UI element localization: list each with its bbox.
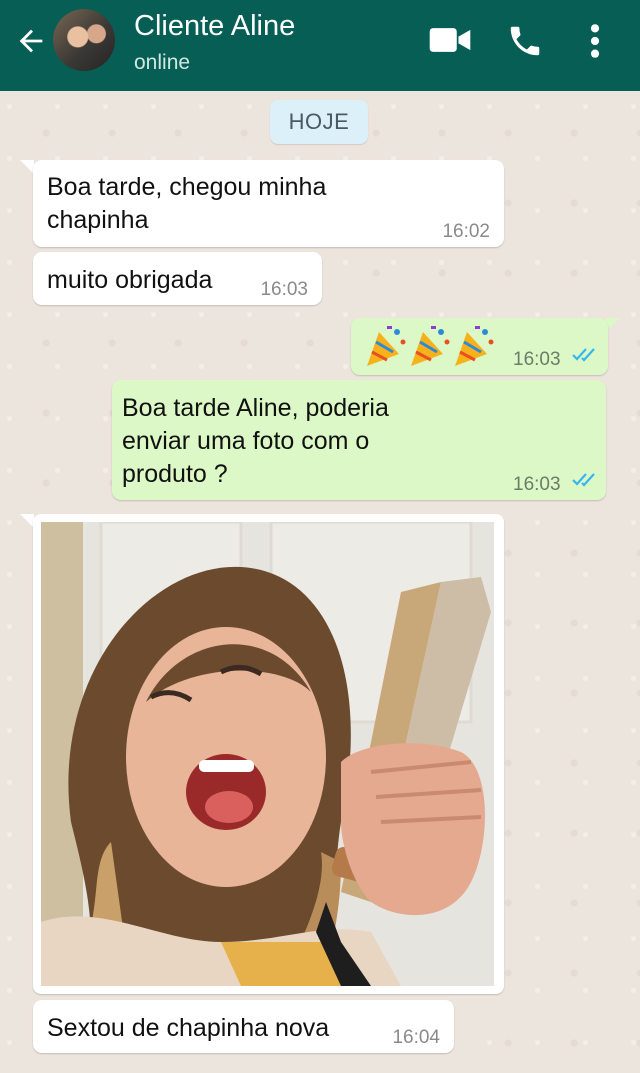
date-separator: HOJE [270, 100, 368, 144]
chat-photo[interactable] [41, 522, 494, 986]
message-time: 16:04 [392, 1027, 440, 1048]
message-time: 16:03 [513, 349, 561, 370]
contact-name[interactable]: Cliente Aline [134, 10, 295, 43]
contact-status: online [134, 51, 191, 74]
message-text-line: muito obrigada [47, 266, 213, 294]
back-arrow-icon[interactable] [14, 24, 48, 58]
more-vert-icon[interactable] [583, 22, 607, 60]
incoming-message[interactable]: Boa tarde, chegou minha chapinha 16:02 [33, 160, 504, 247]
read-receipt-icon [572, 473, 595, 487]
bubble-tail [20, 514, 34, 528]
message-text-line: enviar uma foto com o [122, 427, 370, 455]
message-text-line: produto ? [122, 460, 228, 488]
message-time: 16:02 [442, 221, 490, 242]
bubble-tail [20, 160, 34, 174]
message-text-line: Boa tarde Aline, poderia [122, 394, 389, 422]
message-time: 16:03 [513, 474, 561, 495]
phone-icon[interactable] [506, 22, 544, 60]
message-text-line: Boa tarde, chegou minha [47, 173, 327, 201]
chat-header: Cliente Aline online [0, 0, 640, 91]
outgoing-message[interactable]: 16:03 [351, 318, 608, 375]
read-receipt-icon [572, 348, 595, 362]
message-text-line: chapinha [47, 206, 149, 234]
contact-avatar[interactable] [53, 9, 115, 71]
incoming-image-message[interactable] [33, 514, 504, 994]
message-time: 16:03 [260, 279, 308, 300]
video-call-icon[interactable] [428, 22, 472, 58]
incoming-message[interactable]: muito obrigada 16:03 [33, 252, 322, 305]
incoming-message[interactable]: Sextou de chapinha nova 16:04 [33, 1000, 454, 1053]
outgoing-message[interactable]: Boa tarde Aline, poderia enviar uma foto… [112, 380, 606, 500]
party-popper-emoji [367, 326, 494, 366]
photo-content [41, 522, 494, 986]
message-text-line: Sextou de chapinha nova [47, 1014, 330, 1042]
bubble-tail [606, 318, 620, 332]
